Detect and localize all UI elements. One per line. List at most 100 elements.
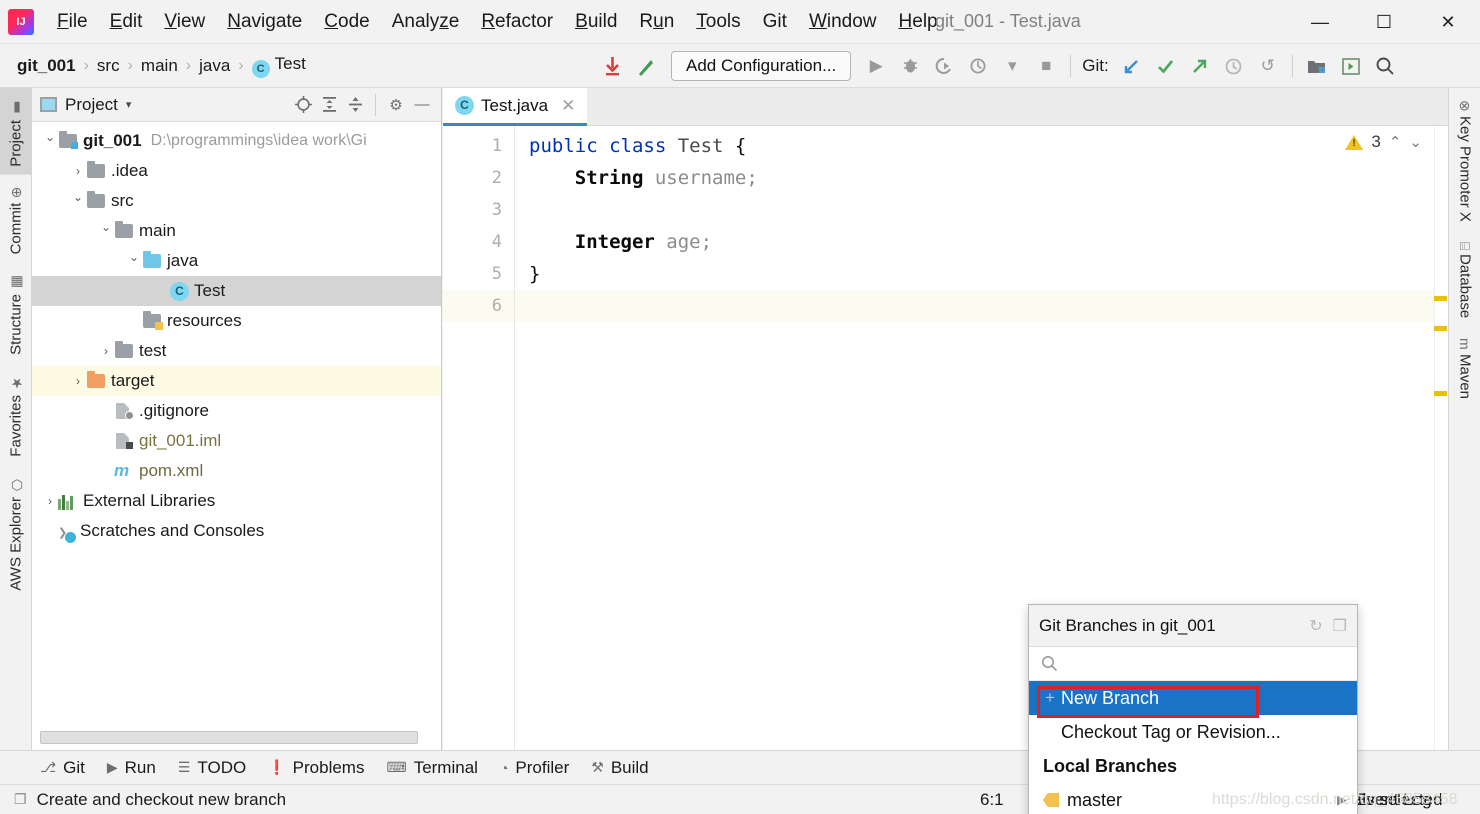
warning-stripe-marker[interactable] [1434, 326, 1447, 331]
chevron-right-icon[interactable] [70, 374, 86, 388]
git-history-icon[interactable] [1219, 51, 1249, 81]
git-push-icon[interactable] [1185, 51, 1215, 81]
git-commit-icon[interactable] [1151, 51, 1181, 81]
tool-window-button-structure[interactable]: Structure ▦ [0, 262, 32, 363]
stop-icon[interactable]: ■ [1031, 51, 1061, 81]
project-structure-icon[interactable] [1302, 51, 1332, 81]
breadcrumb-item-git-001[interactable]: git_001 [14, 54, 79, 78]
toolwindow-terminal[interactable]: ⌨ Terminal [386, 758, 477, 778]
tree-node-git-001[interactable]: git_001 D:\programmings\idea work\Gi [32, 126, 441, 156]
code-line[interactable]: public class Test { [515, 130, 1448, 162]
tool-window-button-aws-explorer[interactable]: AWS Explorer ⬡ [0, 465, 32, 599]
commit-icon[interactable] [631, 51, 661, 81]
menu-item-window[interactable]: Window [798, 7, 888, 37]
debug-icon[interactable] [895, 51, 925, 81]
tree-node-git-001-iml[interactable]: git_001.iml [32, 426, 441, 456]
code-line[interactable]: } [515, 258, 1448, 290]
tree-node-external-libraries[interactable]: External Libraries [32, 486, 441, 516]
tree-node-main[interactable]: main [32, 216, 441, 246]
tree-node-java[interactable]: java [32, 246, 441, 276]
toolwindow-todo[interactable]: ☰ TODO [178, 758, 246, 778]
update-project-icon[interactable] [597, 51, 627, 81]
preview-icon[interactable] [1336, 51, 1366, 81]
chevron-down-icon[interactable]: ▾ [997, 51, 1027, 81]
run-icon[interactable]: ▶ [861, 51, 891, 81]
prev-problem-icon[interactable]: ⌃ [1389, 133, 1402, 151]
tool-window-button-project[interactable]: Project ▮ [0, 88, 32, 175]
git-popup-item-checkout-tag-or-revision-[interactable]: Checkout Tag or Revision... [1029, 715, 1357, 749]
cursor-position[interactable]: 6:1 [980, 790, 1004, 810]
breadcrumb-item-test[interactable]: C Test [249, 52, 309, 80]
search-icon[interactable] [1370, 51, 1400, 81]
menu-item-code[interactable]: Code [313, 7, 380, 37]
git-rollback-icon[interactable]: ↺ [1253, 51, 1283, 81]
chevron-right-icon[interactable] [42, 494, 58, 508]
tree-node-scratches-and-consoles[interactable]: Scratches and Consoles [32, 516, 441, 546]
refresh-icon[interactable]: ↻ [1309, 616, 1322, 636]
collapse-all-icon[interactable] [342, 92, 368, 118]
code-line[interactable] [515, 194, 1448, 226]
gear-icon[interactable]: ⚙ [383, 92, 409, 118]
chevron-down-icon[interactable]: ▾ [126, 98, 132, 111]
warning-stripe-marker[interactable] [1434, 296, 1447, 301]
profile-icon[interactable] [963, 51, 993, 81]
restore-icon[interactable]: ❐ [1333, 616, 1347, 636]
code-line[interactable] [515, 290, 1448, 322]
breadcrumb-item-src[interactable]: src [94, 54, 123, 78]
menu-item-build[interactable]: Build [564, 7, 628, 37]
menu-item-file[interactable]: File [46, 7, 99, 37]
close-button[interactable]: ✕ [1416, 0, 1480, 44]
expand-all-icon[interactable] [316, 92, 342, 118]
credentials-status[interactable]: ials selected [1349, 790, 1443, 810]
hide-panel-icon[interactable]: — [409, 92, 435, 118]
menu-item-run[interactable]: Run [628, 7, 685, 37]
chevron-right-icon[interactable] [98, 344, 114, 358]
menu-item-tools[interactable]: Tools [685, 7, 751, 37]
git-branch-master[interactable]: master ▶ [1029, 783, 1357, 814]
error-stripe-markers[interactable] [1434, 126, 1448, 750]
chevron-right-icon[interactable]: ▶ [1337, 792, 1357, 808]
tool-window-button-key-promoter-x[interactable]: ⊗ Key Promoter X [1449, 88, 1480, 230]
chevron-down-icon[interactable] [70, 194, 86, 208]
menu-item-edit[interactable]: Edit [99, 7, 154, 37]
add-configuration-button[interactable]: Add Configuration... [671, 51, 852, 81]
git-update-icon[interactable] [1117, 51, 1147, 81]
tree-node--gitignore[interactable]: .gitignore [32, 396, 441, 426]
locate-file-icon[interactable] [290, 92, 316, 118]
tree-node-resources[interactable]: resources [32, 306, 441, 336]
breadcrumb-item-java[interactable]: java [196, 54, 233, 78]
chevron-down-icon[interactable] [126, 254, 142, 268]
toolwindow-profiler[interactable]: ◔ Profiler [500, 758, 569, 778]
tool-window-button-favorites[interactable]: Favorites ★ [0, 363, 32, 465]
code-line[interactable]: String username; [515, 162, 1448, 194]
menu-item-git[interactable]: Git [752, 7, 798, 37]
run-with-coverage-icon[interactable] [929, 51, 959, 81]
close-icon[interactable]: ✕ [561, 96, 575, 116]
chevron-down-icon[interactable] [42, 134, 58, 148]
toolwindow-build[interactable]: ⚒ Build [591, 758, 648, 778]
git-popup-item-new-branch[interactable]: + New Branch [1029, 681, 1357, 715]
menu-item-navigate[interactable]: Navigate [216, 7, 313, 37]
menu-item-view[interactable]: View [153, 7, 216, 37]
minimize-button[interactable]: — [1288, 0, 1352, 44]
chevron-down-icon[interactable] [98, 224, 114, 238]
tool-window-button-commit[interactable]: Commit ⊕ [0, 175, 32, 262]
tree-node-test[interactable]: C Test [32, 276, 441, 306]
tree-node-test[interactable]: test [32, 336, 441, 366]
project-horizontal-scrollbar[interactable] [40, 731, 418, 744]
tree-node--idea[interactable]: .idea [32, 156, 441, 186]
tool-window-button-maven[interactable]: m Maven [1449, 326, 1480, 407]
tree-node-target[interactable]: target [32, 366, 441, 396]
code-line[interactable]: Integer age; [515, 226, 1448, 258]
warning-stripe-marker[interactable] [1434, 391, 1447, 396]
tree-node-pom-xml[interactable]: m pom.xml [32, 456, 441, 486]
git-popup-search[interactable] [1029, 647, 1357, 681]
toolwindow-run[interactable]: ▶ Run [107, 758, 156, 778]
next-problem-icon[interactable]: ⌄ [1409, 133, 1422, 151]
menu-item-analyze[interactable]: Analyze [381, 7, 471, 37]
maximize-button[interactable]: ☐ [1352, 0, 1416, 44]
tool-window-button-database[interactable]: ⌸ Database [1449, 230, 1480, 327]
tree-node-src[interactable]: src [32, 186, 441, 216]
breadcrumb-item-main[interactable]: main [138, 54, 181, 78]
editor-tab-test-java[interactable]: C Test.java ✕ [443, 88, 588, 126]
